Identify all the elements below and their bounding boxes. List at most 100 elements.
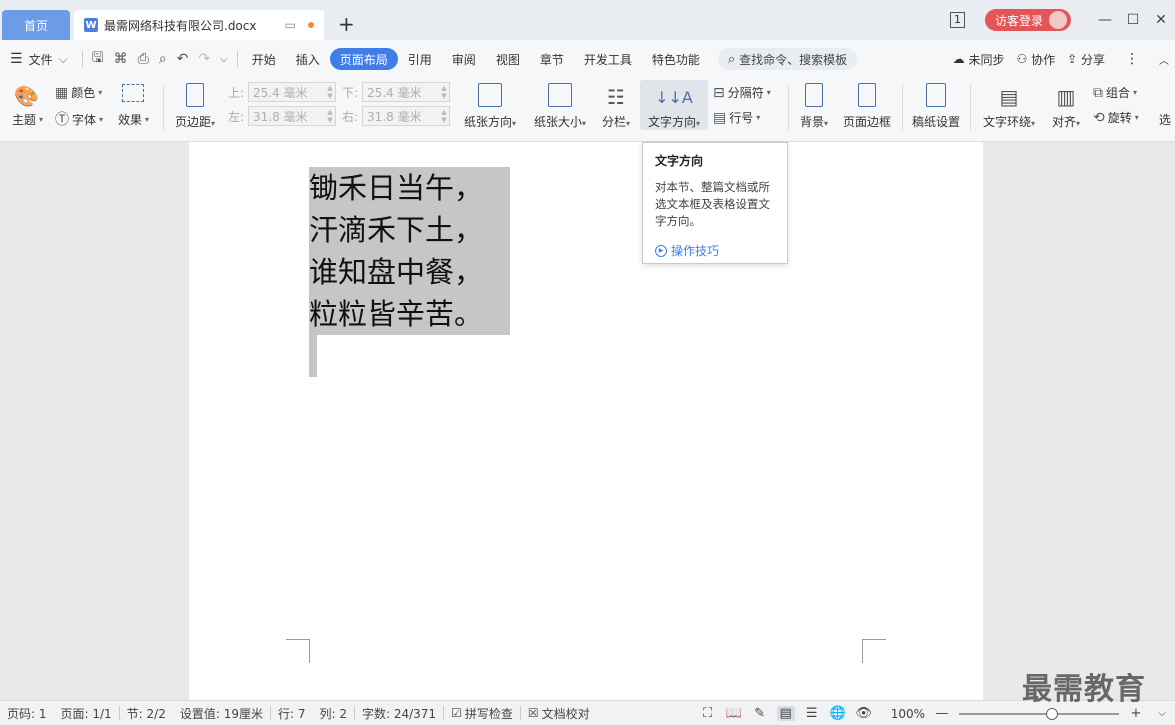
page-border-button[interactable]: 页面边框 [841,80,893,130]
document-page[interactable]: 锄禾日当午， 汗滴禾下土， 谁知盘中餐， 粒粒皆辛苦。 [189,142,983,700]
tab-section[interactable]: 章节 [530,48,574,70]
align-button[interactable]: ▥ 对齐▾ [1047,80,1085,130]
left-margin-field[interactable]: 左: 31.8 毫米 ▲ ▼ [228,106,337,126]
manuscript-button[interactable]: 稿纸设置 [910,80,962,130]
text-line[interactable]: 汗滴禾下土， [309,209,510,251]
collaborate-button[interactable]: ⚇ 协作 [1010,48,1061,70]
columns-button[interactable]: ☷ 分栏▾ [598,80,634,130]
spell-check-button[interactable]: ☑ 拼写检查 [444,705,520,722]
orientation-button[interactable]: 纸张方向▾ [460,80,520,130]
zoom-in-icon[interactable]: + [1127,706,1145,721]
tab-document[interactable]: W 最需网络科技有限公司.docx ▭ [74,10,324,40]
text-line[interactable]: 谁知盘中餐， [309,251,510,293]
maximize-icon[interactable]: ☐ [1119,12,1147,28]
tips-link[interactable]: ▶ 操作技巧 [655,242,775,259]
text-line[interactable]: 粒粒皆辛苦。 [309,293,510,335]
edit-mode-icon[interactable]: ✎ [751,706,769,721]
tips-link-label[interactable]: 操作技巧 [671,242,719,259]
caret-down-icon: ▾ [824,119,829,128]
theme-button[interactable]: 主题 ▾ [12,111,43,128]
status-row[interactable]: 行: 7 [271,705,313,722]
status-setting[interactable]: 设置值: 19厘米 [173,705,270,722]
tab-special-features[interactable]: 特色功能 [642,48,710,70]
caret-down-icon: ▾ [99,114,104,124]
fullscreen-icon[interactable]: ⛶ [699,706,717,721]
status-word-count[interactable]: 字数: 24/371 [355,705,443,722]
monitor-icon[interactable]: ▭ [285,18,296,32]
minimize-icon[interactable]: — [1091,12,1119,28]
sync-status[interactable]: ☁ 未同步 [947,48,1011,70]
new-tab-button[interactable]: + [338,12,355,36]
top-margin-value[interactable]: 25.4 毫米 [253,84,308,101]
close-icon[interactable]: ✕ [1147,12,1175,28]
status-pages[interactable]: 页面: 1/1 [54,705,119,722]
line-numbers-button[interactable]: ▤ 行号 ▾ [713,109,760,126]
eye-protect-icon[interactable]: 👁 [855,706,873,721]
right-margin-field[interactable]: 右: 31.8 毫米 ▲ ▼ [342,106,451,126]
document-area[interactable]: 锄禾日当午， 汗滴禾下土， 谁知盘中餐， 粒粒皆辛苦。 [0,142,1175,700]
doc-proof-button[interactable]: ☒ 文档校对 [521,705,597,722]
theme-palette-icon[interactable]: 🎨 [14,84,39,108]
zoom-level[interactable]: 100% [891,707,925,721]
spinner-icon[interactable]: ▲ ▼ [325,108,335,124]
page-view-mode-icon[interactable]: ▤ [776,706,795,721]
margins-button[interactable]: 页边距▾ [171,80,219,130]
tab-developer[interactable]: 开发工具 [574,48,642,70]
print-icon[interactable]: ⎙ [133,51,154,67]
customize-toolbar-icon[interactable]: ⌵ [215,54,233,65]
zoom-slider[interactable] [959,707,1119,720]
web-view-icon[interactable]: 🌐 [829,706,847,721]
theme-label: 主题 [12,113,37,127]
print-preview-icon[interactable]: ⌕ [154,51,172,67]
format-painter-icon[interactable]: ⌘ [109,51,133,67]
bottom-margin-field[interactable]: 下: 25.4 毫米 ▲ ▼ [342,82,451,102]
more-icon[interactable]: ⋮ [1111,48,1153,70]
spinner-icon[interactable]: ▲ ▼ [439,108,449,124]
read-mode-icon[interactable]: 📖 [725,706,743,721]
status-section[interactable]: 节: 2/2 [120,705,173,722]
paper-size-button[interactable]: 纸张大小▾ [529,80,591,130]
collapse-icon[interactable]: ⌵ [1153,708,1171,719]
zoom-slider-handle[interactable] [1045,707,1058,720]
rotate-button[interactable]: ⟲ 旋转 ▾ [1093,109,1139,126]
undo-icon[interactable]: ↶ [172,51,194,67]
page-view-icon[interactable]: 1 [949,12,965,28]
tab-references[interactable]: 引用 [398,48,442,70]
tab-page-layout[interactable]: 页面布局 [329,48,398,70]
tab-insert[interactable]: 插入 [286,48,330,70]
breaks-button[interactable]: ⊟ 分隔符 ▾ [713,84,771,101]
outline-view-icon[interactable]: ☰ [803,706,821,721]
status-col[interactable]: 列: 2 [312,705,354,722]
bottom-margin-value[interactable]: 25.4 毫米 [367,84,422,101]
redo-icon[interactable]: ↷ [193,51,215,67]
color-button[interactable]: ▦ 颜色 ▾ [55,84,102,101]
selected-text[interactable]: 锄禾日当午， 汗滴禾下土， 谁知盘中餐， 粒粒皆辛苦。 [309,167,510,377]
file-menu[interactable]: ☰ 文件 ⌵ [0,48,78,70]
tab-start[interactable]: 开始 [242,48,286,70]
tab-review[interactable]: 审阅 [442,48,486,70]
command-search[interactable]: ⌕ 查找命令、搜索模板 [717,48,858,70]
text-wrap-button[interactable]: ▤ 文字环绕▾ [979,80,1039,130]
share-button[interactable]: ⇪ 分享 [1061,48,1111,70]
collapse-ribbon-icon[interactable]: ︿ [1153,48,1175,70]
text-direction-button[interactable]: ↓↓A 文字方向▾ [640,80,708,130]
effect-button[interactable]: 效果 ▾ [118,111,149,128]
status-page-number[interactable]: 页码: 1 [0,705,54,722]
left-margin-value[interactable]: 31.8 毫米 [253,108,308,125]
effect-icon[interactable] [122,84,144,102]
tab-view[interactable]: 视图 [486,48,530,70]
tab-home[interactable]: 首页 [2,10,70,40]
select-button[interactable]: 选 [1159,111,1171,128]
right-margin-value[interactable]: 31.8 毫米 [367,108,422,125]
background-button[interactable]: 背景▾ [796,80,832,130]
text-line[interactable]: 锄禾日当午， [309,167,510,209]
save-icon[interactable]: 🖫 [87,47,109,71]
top-margin-field[interactable]: 上: 25.4 毫米 ▲ ▼ [228,82,337,102]
login-button[interactable]: 访客登录 [984,9,1071,31]
color-label: 颜色 [71,86,96,100]
spinner-icon[interactable]: ▲ ▼ [439,84,449,100]
zoom-out-icon[interactable]: — [933,706,951,721]
group-button[interactable]: ⧉ 组合 ▾ [1093,84,1137,101]
font-button[interactable]: Ⓣ 字体 ▾ [55,109,103,129]
spinner-icon[interactable]: ▲ ▼ [325,84,335,100]
